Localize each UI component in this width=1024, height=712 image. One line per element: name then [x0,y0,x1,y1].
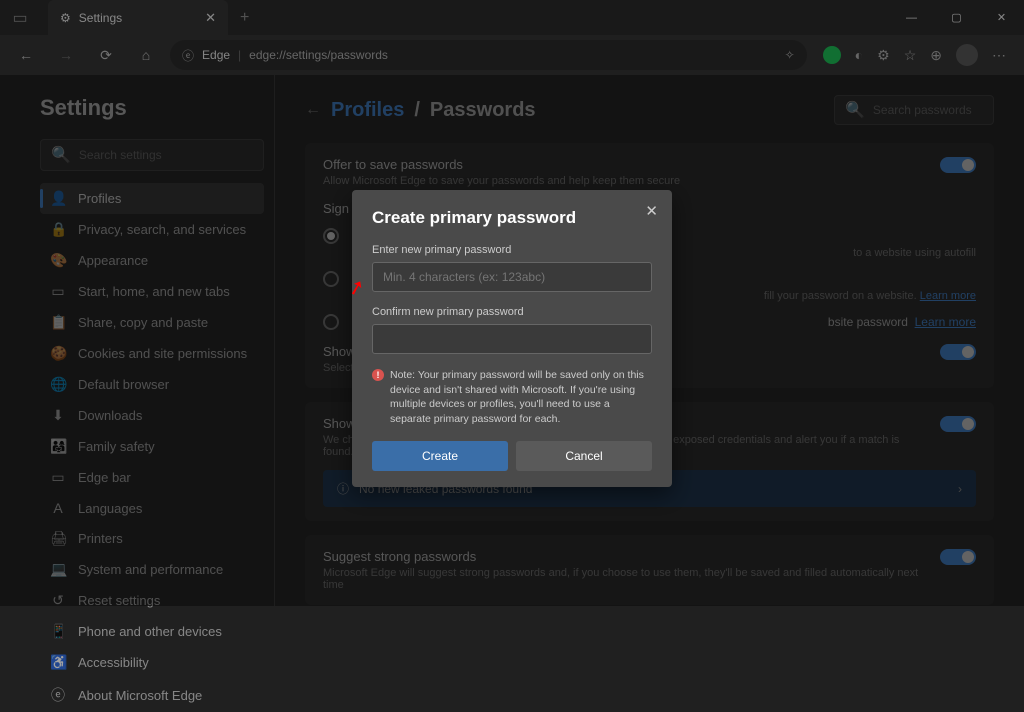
nav-label: Accessibility [78,655,149,670]
confirm-password-input[interactable] [372,324,652,354]
dialog-title: Create primary password [372,208,652,228]
create-button[interactable]: Create [372,441,508,471]
enter-password-label: Enter new primary password [372,244,652,256]
nav-label: About Microsoft Edge [78,688,202,703]
sidebar-item-accessibility[interactable]: ♿ Accessibility [40,647,264,678]
sidebar-item-phone-and-other-devices[interactable]: 📱 Phone and other devices [40,616,264,647]
dialog-close-button[interactable]: ✕ [645,202,658,220]
primary-password-input[interactable] [372,262,652,292]
nav-icon: 📱 [50,623,66,640]
create-primary-password-dialog: ✕ Create primary password Enter new prim… [352,190,672,487]
alert-icon: ! [372,369,384,381]
sidebar-item-about-microsoft-edge[interactable]: ⓔ About Microsoft Edge [40,678,264,712]
nav-icon: ⓔ [50,685,66,705]
cancel-button[interactable]: Cancel [516,441,652,471]
dialog-note-text: Note: Your primary password will be save… [390,368,652,427]
modal-overlay: ✕ Create primary password Enter new prim… [0,0,1024,606]
nav-label: Phone and other devices [78,624,222,639]
confirm-password-label: Confirm new primary password [372,306,652,318]
nav-icon: ♿ [50,654,66,671]
